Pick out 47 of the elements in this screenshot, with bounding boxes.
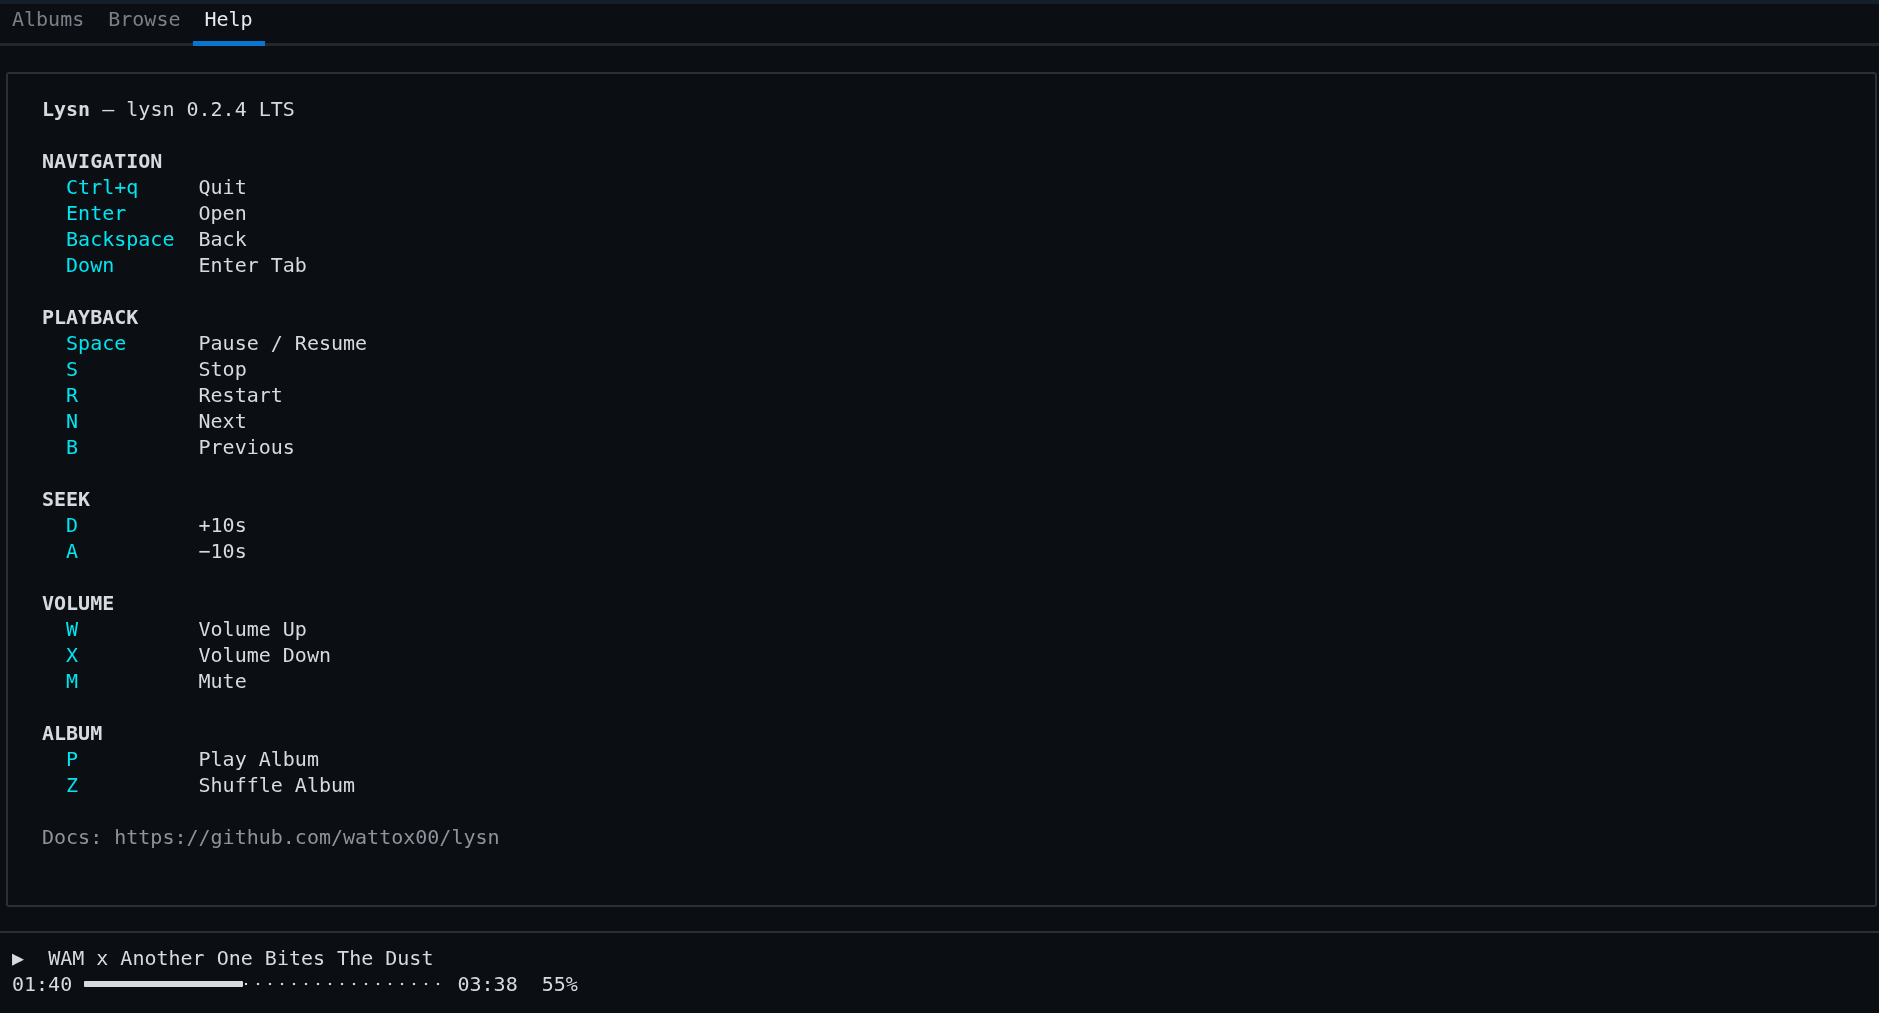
play-status-icon: ▶ <box>12 945 25 971</box>
elapsed-time: 01:40 <box>12 971 73 997</box>
action-label: Back <box>198 226 247 252</box>
key-binding: R <box>66 382 80 408</box>
key-binding: M <box>66 668 80 694</box>
action-label: +10s <box>198 512 247 538</box>
key-binding: Backspace <box>66 226 176 252</box>
section-heading: ALBUM <box>42 720 104 746</box>
key-binding: W <box>66 616 80 642</box>
action-label: −10s <box>198 538 247 564</box>
tab[interactable]: Help <box>192 4 265 46</box>
action-label: Shuffle Album <box>198 772 356 798</box>
action-label: Mute <box>198 668 247 694</box>
key-binding: Enter <box>66 200 128 226</box>
track-title: WAM x Another One Bites The Dust <box>48 945 434 971</box>
docs-text: Docs: https://github.com/wattox00/lysn <box>42 824 501 850</box>
key-binding: B <box>66 434 80 460</box>
section-heading: NAVIGATION <box>42 148 164 174</box>
app-title: Lysn — lysn 0.2.4 LTS <box>42 96 296 122</box>
action-label: Stop <box>198 356 247 382</box>
key-binding: S <box>66 356 80 382</box>
key-binding: A <box>66 538 80 564</box>
action-label: Pause / Resume <box>198 330 368 356</box>
key-binding: N <box>66 408 80 434</box>
key-binding: Ctrl+q <box>66 174 140 200</box>
action-label: Next <box>198 408 247 434</box>
action-label: Play Album <box>198 746 319 772</box>
action-label: Previous <box>198 434 295 460</box>
key-binding: Down <box>66 252 116 278</box>
key-binding: D <box>66 512 80 538</box>
action-label: Enter Tab <box>198 252 307 278</box>
volume-level: 55% <box>541 971 578 997</box>
duration-time: 03:38 <box>457 971 518 997</box>
action-label: Restart <box>198 382 283 408</box>
section-heading: PLAYBACK <box>42 304 140 330</box>
section-heading: VOLUME <box>42 590 116 616</box>
key-binding: Space <box>66 330 128 356</box>
action-label: Volume Down <box>198 642 331 668</box>
tab[interactable]: Browse <box>96 4 193 46</box>
section-heading: SEEK <box>42 486 92 512</box>
key-binding: P <box>66 746 80 772</box>
key-binding: Z <box>66 772 80 798</box>
action-label: Volume Up <box>198 616 307 642</box>
tab[interactable]: Albums <box>0 4 97 46</box>
key-binding: X <box>66 642 80 668</box>
action-label: Open <box>198 200 247 226</box>
action-label: Quit <box>198 174 247 200</box>
